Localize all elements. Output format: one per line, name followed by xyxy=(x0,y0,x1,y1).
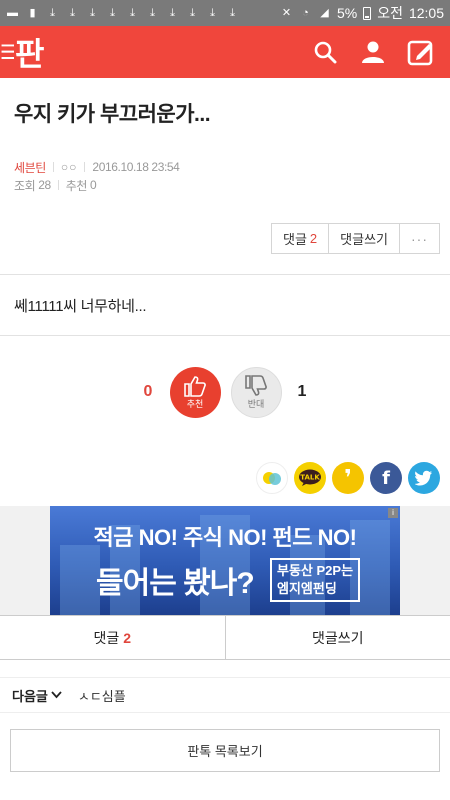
article-actions: 댓글 2 댓글쓰기 ··· xyxy=(0,223,450,254)
ad-headline: 적금 NO! 주식 NO! 펀드 NO! xyxy=(93,525,357,550)
write-comment-button[interactable]: 댓글쓰기 xyxy=(329,224,400,253)
user-icon xyxy=(362,41,384,63)
kakaostory-icon xyxy=(263,472,281,485)
clock-ampm: 오전 xyxy=(377,5,403,21)
comments-tab-count: 2 xyxy=(123,629,132,646)
facebook-share-button[interactable]: f xyxy=(370,462,402,494)
comment-bar: 댓글 2 댓글쓰기 xyxy=(0,615,450,660)
download-icon: ⤓ xyxy=(90,6,95,19)
next-post-title: ㅅㄷ심플 xyxy=(77,688,126,704)
write-comment-tab[interactable]: 댓글쓰기 xyxy=(226,616,450,659)
clock-time: 12:05 xyxy=(408,5,444,21)
pann-logo: 판 xyxy=(15,35,44,73)
facebook-icon: f xyxy=(382,467,390,489)
comments-tab[interactable]: 댓글 2 xyxy=(0,616,226,659)
search-button[interactable] xyxy=(306,33,344,71)
article-title: 우지 키가 부끄러운가... xyxy=(14,103,211,126)
wifi-icon: ◔ xyxy=(302,6,309,19)
post-datetime: 2016.10.18 23:54 xyxy=(92,160,180,174)
download-icon: ⤓ xyxy=(130,6,135,19)
author-age: ○○ xyxy=(60,160,78,174)
next-post-label-text: 다음글 xyxy=(12,688,48,704)
twitter-share-button[interactable] xyxy=(408,462,440,494)
list-view-button[interactable]: 판톡 목록보기 xyxy=(10,729,440,772)
download-icon: ⤓ xyxy=(230,6,235,19)
ad-brand-box: 부동산 P2P는 엠지엠펀딩 xyxy=(270,558,361,602)
divider xyxy=(84,162,86,172)
oppose-vote-count: 1 xyxy=(297,383,307,400)
user-button[interactable] xyxy=(354,33,392,71)
oppose-button[interactable]: 반대 xyxy=(230,366,282,418)
ad-box-line2: 엠지엠펀딩 xyxy=(277,581,337,596)
recommend-label: 추천 xyxy=(186,398,204,409)
next-post-label: 다음글 xyxy=(12,686,62,705)
battery-percent: 5% xyxy=(336,5,358,21)
download-icon: ⤓ xyxy=(50,6,55,19)
download-icon: ⤓ xyxy=(170,6,175,19)
ad-area: 적금 NO! 주식 NO! 펀드 NO! 들어는 봤나? 부동산 P2P는 엠지… xyxy=(0,506,450,615)
thumbs-down-icon xyxy=(245,374,267,396)
divider xyxy=(52,162,54,172)
comments-count: 2 xyxy=(309,231,318,246)
signal-icon: ◢ xyxy=(320,6,329,19)
article-body: 쎄11111씨 너무하네... xyxy=(14,298,147,315)
comments-button[interactable]: 댓글 2 xyxy=(272,224,330,253)
article-meta: 세븐틴 ○○ 2016.10.18 23:54 조회 28 추천 0 xyxy=(0,128,450,194)
kakaostory-yellow-icon: ❜ xyxy=(344,465,352,490)
search-icon xyxy=(314,41,337,64)
ad-subheadline: 들어는 봤나? xyxy=(96,567,255,600)
download-icon: ⤓ xyxy=(150,6,155,19)
home-logo[interactable]: ☰ 판 xyxy=(0,29,44,75)
chat-icon: ▬ xyxy=(7,6,18,19)
download-icon: ⤓ xyxy=(210,6,215,19)
share-bar: TALK ❜ f xyxy=(0,448,450,506)
vote-area: 0 추천 반대 1 xyxy=(0,336,450,448)
comments-label: 댓글 xyxy=(283,232,307,247)
recommend-button[interactable]: 추천 xyxy=(169,366,221,418)
kakaotalk-icon: TALK xyxy=(299,469,321,486)
download-icon: ⤓ xyxy=(70,6,75,19)
ad-box-line1: 부동산 P2P는 xyxy=(277,563,354,578)
write-button[interactable] xyxy=(402,33,440,71)
download-icon: ⤓ xyxy=(190,6,195,19)
more-button[interactable]: ··· xyxy=(400,224,439,253)
notification-icon: ▮ xyxy=(29,6,36,19)
kakaostory-share-button[interactable] xyxy=(256,462,288,494)
app-header: ☰ 판 xyxy=(0,26,450,78)
status-bar: ▬ ▮ ⤓ ⤓ ⤓ ⤓ ⤓ ⤓ ⤓ ⤓ ⤓ ⤓ ✕ ◔ ◢ 5% 오전 12:0… xyxy=(0,0,450,26)
write-icon xyxy=(407,40,433,66)
menu-icon[interactable]: ☰ xyxy=(0,40,14,65)
ad-banner[interactable]: 적금 NO! 주식 NO! 펀드 NO! 들어는 봤나? 부동산 P2P는 엠지… xyxy=(50,506,400,615)
battery-icon xyxy=(363,6,372,20)
author-name[interactable]: 세븐틴 xyxy=(14,159,46,176)
views-label: 조회 xyxy=(14,178,36,193)
views-count: 28 xyxy=(38,178,51,192)
thumbs-up-icon xyxy=(184,375,206,397)
chevron-down-icon xyxy=(51,691,62,699)
recommend-vote-count: 0 xyxy=(143,383,153,400)
recommend-label: 추천 xyxy=(65,178,88,193)
comments-tab-label: 댓글 xyxy=(93,629,120,646)
next-post-row[interactable]: 다음글 ㅅㄷ심플 xyxy=(0,677,450,713)
oppose-label: 반대 xyxy=(247,398,265,409)
twitter-icon xyxy=(415,470,432,486)
mute-icon: ✕ xyxy=(281,6,292,19)
recommend-count: 0 xyxy=(90,178,97,192)
kakaostory-yellow-share-button[interactable]: ❜ xyxy=(332,462,364,494)
svg-text:TALK: TALK xyxy=(300,474,320,482)
kakaotalk-share-button[interactable]: TALK xyxy=(294,462,326,494)
ad-info-icon[interactable]: i xyxy=(388,508,398,518)
divider xyxy=(57,180,59,190)
download-icon: ⤓ xyxy=(110,6,115,19)
